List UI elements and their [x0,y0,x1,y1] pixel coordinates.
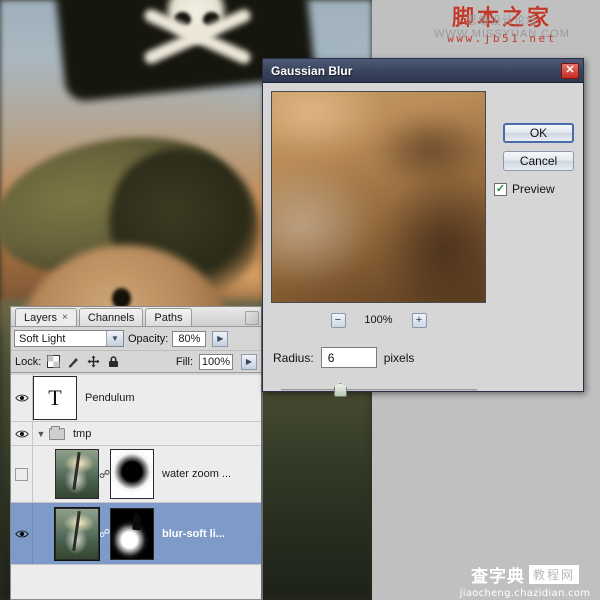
zoom-level: 100% [364,314,393,326]
zoom-in-button[interactable]: + [411,312,427,328]
visibility-toggle-tmp[interactable] [11,421,33,446]
ok-button[interactable]: OK [503,123,574,143]
opacity-input[interactable]: 80% [172,330,207,347]
gaussian-blur-dialog: Gaussian Blur ✕ − 100% + Radius: 6 pixel… [262,58,584,397]
watermark-ghost-text: 思缘设计论坛 WWW.MISSYUAN.COM [434,15,570,40]
move-lock-icon[interactable] [87,355,100,368]
lock-all-icon[interactable] [107,355,120,368]
chevron-down-icon[interactable]: ▼ [33,429,49,439]
layer-name-water-zoom: water zoom ... [162,468,232,480]
screen-root: 思缘设计论坛 WWW.MISSYUAN.COM 脚本之家 www.jb51.ne… [0,0,600,600]
folder-icon [49,425,65,440]
tab-channels-label: Channels [87,311,135,324]
preview-toggle-row[interactable]: ✓ Preview [494,181,574,197]
visibility-toggle-water-zoom[interactable] [11,446,33,502]
chevron-down-icon[interactable]: ▼ [106,331,123,346]
watermark-bottom-url: jiaocheng.chazidian.com [459,588,591,599]
slider-track [281,389,477,391]
cancel-label: Cancel [519,154,558,168]
layer-name-blur-soft-light: blur-soft li... [162,527,225,540]
radius-label: Radius: [273,350,314,365]
slider-handle[interactable] [333,383,347,397]
eye-icon [14,530,29,537]
blend-mode-select[interactable]: Soft Light ▼ [14,330,124,347]
layer-list[interactable]: T Pendulum ▼ tmp ☍ water zoom ... ☍ blur… [11,375,261,599]
layer-name-pendulum: Pendulum [85,392,135,404]
eye-off-icon [15,467,28,481]
fill-value: 100% [201,355,231,368]
blur-preview-image [272,92,485,302]
link-icon[interactable]: ☍ [99,468,110,481]
dialog-body: − 100% + Radius: 6 pixels OK Cancel ✓ Pr… [263,83,583,397]
blend-opacity-row: Soft Light ▼ Opacity: 80% ▶ [11,327,261,351]
dialog-titlebar[interactable]: Gaussian Blur ✕ [263,59,583,83]
ok-label: OK [529,126,548,140]
radius-units-label: pixels [383,350,415,365]
tab-paths-label: Paths [154,311,183,324]
eye-icon [14,430,29,437]
layer-name-tmp: tmp [73,427,92,440]
fill-label: Fill: [175,355,193,368]
text-layer-glyph: T [48,385,62,410]
layer-thumbnail-text[interactable]: T [33,376,77,420]
blend-mode-value: Soft Light [19,332,66,345]
lock-fill-row: Lock: Fill: 100% ▶ [11,351,261,373]
close-glyph: ✕ [565,64,575,76]
fill-stepper-icon[interactable]: ▶ [241,353,257,370]
zoom-out-glyph: − [334,313,342,326]
visibility-toggle-blur-soft-light[interactable] [11,503,33,564]
preview-label: Preview [512,182,555,196]
layer-thumbnail-image[interactable] [55,449,99,499]
tab-paths[interactable]: Paths [145,308,192,326]
transparency-lock-icon[interactable] [47,355,61,368]
panel-menu-icon[interactable] [245,311,259,325]
tab-layers-label: Layers [24,311,58,324]
layer-row-water-zoom[interactable]: ☍ water zoom ... [11,446,261,503]
opacity-value: 80% [178,332,201,345]
watermark-bottom-brand: 查字典 [470,567,525,587]
close-icon[interactable]: × [62,312,68,323]
watermark-brand-cn: 脚本之家 [451,6,552,31]
lock-label: Lock: [15,355,42,368]
radius-slider[interactable] [281,383,477,397]
watermark-url: www.jb51.net [447,32,557,45]
blur-preview[interactable] [271,91,486,303]
layer-mask-thumbnail[interactable] [110,507,154,560]
layer-row-group-tmp[interactable]: ▼ tmp [11,421,261,446]
dialog-title: Gaussian Blur [271,63,353,78]
layer-row-blur-soft-light[interactable]: ☍ blur-soft li... [11,503,261,565]
close-icon[interactable]: ✕ [561,62,579,79]
watermark-top: 思缘设计论坛 WWW.MISSYUAN.COM 脚本之家 www.jb51.ne… [412,8,592,48]
visibility-toggle-pendulum[interactable] [11,375,33,421]
preview-zoom-controls: − 100% + [271,311,486,329]
layer-row-pendulum[interactable]: T Pendulum [11,375,261,422]
fill-input[interactable]: 100% [199,353,233,370]
eye-icon [14,394,29,402]
panel-tabbar: Layers × Channels Paths [11,307,261,327]
check-icon: ✓ [495,182,506,195]
opacity-label: Opacity: [128,332,169,345]
layer-thumbnail-image[interactable] [54,506,100,561]
zoom-out-button[interactable]: − [330,312,346,328]
layers-panel: Layers × Channels Paths Soft Light ▼ Opa… [10,306,263,600]
tab-layers[interactable]: Layers × [15,308,77,326]
opacity-stepper-icon[interactable]: ▶ [212,330,229,347]
radius-value: 6 [327,350,335,365]
watermark-bottom-suffix: 教程网 [528,565,579,584]
radius-row: Radius: 6 pixels [273,347,414,368]
radius-input[interactable]: 6 [320,347,377,368]
layer-mask-thumbnail[interactable] [110,449,154,499]
link-icon[interactable]: ☍ [99,527,110,540]
preview-checkbox[interactable]: ✓ [494,182,507,196]
watermark-bottom: 查字典 教程网 jiaocheng.chazidian.com [455,562,595,599]
cancel-button[interactable]: Cancel [503,151,574,171]
tab-channels[interactable]: Channels [78,308,144,326]
zoom-in-glyph: + [415,313,423,326]
brush-lock-icon[interactable] [67,355,80,368]
